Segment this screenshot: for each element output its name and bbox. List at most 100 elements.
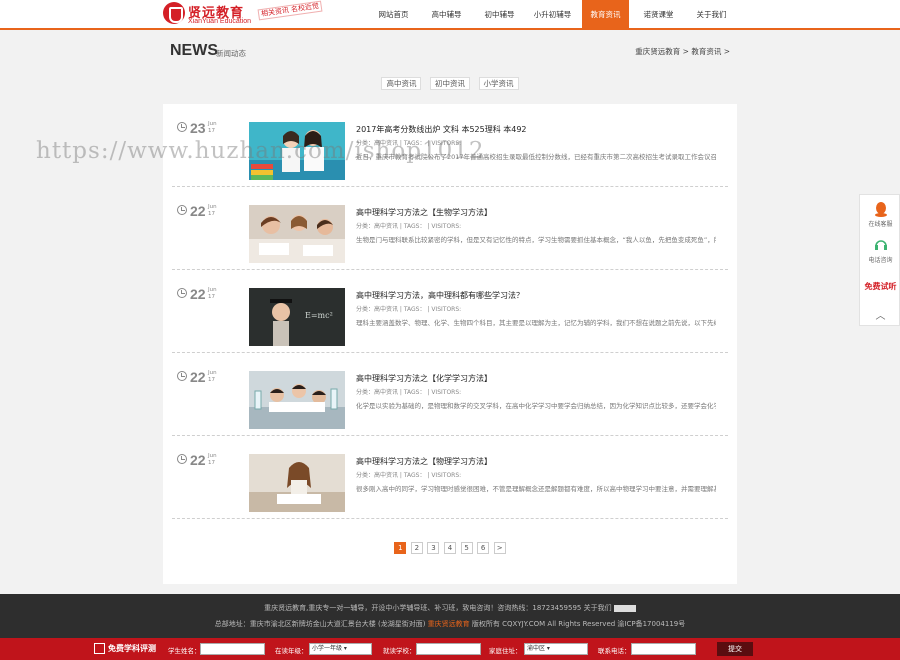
logo-english-name: XianYuan Education bbox=[188, 18, 252, 25]
grade-select-value: 小学一年级 bbox=[312, 645, 343, 652]
article-date: 22 Jun 17 bbox=[177, 369, 232, 389]
site-logo[interactable]: 贤远教育 XianYuan Education 相关资讯 名校近觉 bbox=[163, 0, 328, 28]
article-thumbnail[interactable] bbox=[249, 454, 345, 512]
date-year: 17 bbox=[208, 211, 215, 217]
logo-slogan: 相关资讯 名校近觉 bbox=[257, 0, 323, 21]
date-day: 22 bbox=[190, 452, 206, 468]
list-item: 22 Jun 17 高中理科学习方法之【化学学习方法】 分类：高中资讯 | TA… bbox=[172, 353, 728, 436]
page-5-button[interactable]: 5 bbox=[460, 542, 473, 554]
article-date: 22 Jun 17 bbox=[177, 452, 232, 472]
date-month: Jun bbox=[208, 370, 217, 376]
phone-label: 联系电话： bbox=[598, 647, 631, 655]
footer-address: 总部地址：重庆市渝北区新牌坊金山大道汇景台大楼 (龙湖星街对面) bbox=[214, 620, 426, 628]
phone-input[interactable] bbox=[631, 643, 696, 655]
evaluation-form-bar: 免费学科评测 学生姓名： 在读年级： 小学一年级 ▾ 就读学校： 家庭住址： 渝… bbox=[0, 638, 900, 660]
phone-consult-button[interactable]: 电话咨询 bbox=[860, 237, 900, 264]
article-title[interactable]: 高中理科学习方法之【化学学习方法】 bbox=[356, 373, 492, 384]
district-select[interactable]: 渝中区 ▾ bbox=[524, 643, 588, 655]
article-excerpt: 生物是门与理科联系比较紧密的学科，但是又有记忆性的特点，学习生物需要抓住基本概念… bbox=[356, 236, 716, 244]
qq-service-label: 在线客服 bbox=[868, 221, 893, 228]
nav-item-classroom[interactable]: 诺贤课堂 bbox=[635, 0, 682, 29]
logo-mark-icon bbox=[163, 2, 185, 24]
tab-primary-news[interactable]: 小学资讯 bbox=[478, 77, 519, 90]
date-month: Jun bbox=[208, 121, 217, 127]
name-label: 学生姓名： bbox=[168, 647, 201, 655]
watermark-text: https://www.huzhan.com/ishop1012 bbox=[36, 138, 485, 164]
clock-icon bbox=[177, 205, 187, 215]
tab-senior-news[interactable]: 高中资讯 bbox=[381, 77, 422, 90]
clock-icon bbox=[177, 454, 187, 464]
svg-text:E=mc²: E=mc² bbox=[305, 311, 333, 320]
clock-icon bbox=[177, 371, 187, 381]
article-thumbnail[interactable] bbox=[249, 205, 345, 263]
page-1-button[interactable]: 1 bbox=[394, 542, 407, 554]
phone-consult-label: 电话咨询 bbox=[868, 257, 893, 264]
submit-button[interactable]: 提交 bbox=[717, 642, 753, 656]
grade-select[interactable]: 小学一年级 ▾ bbox=[309, 643, 372, 655]
page-subtitle: 新闻动态 bbox=[216, 49, 246, 58]
page-6-button[interactable]: 6 bbox=[477, 542, 490, 554]
category-tabs: 高中资讯 初中资讯 小学资讯 bbox=[0, 77, 900, 90]
nav-item-about[interactable]: 关于我们 bbox=[688, 0, 735, 29]
page-2-button[interactable]: 2 bbox=[410, 542, 423, 554]
grade-label: 在读年级： bbox=[275, 647, 308, 655]
page-3-button[interactable]: 3 bbox=[427, 542, 440, 554]
nav-item-senior-high[interactable]: 高中辅导 bbox=[423, 0, 470, 29]
date-month: Jun bbox=[208, 287, 217, 293]
article-title[interactable]: 高中理科学习方法，高中理科都有哪些学习法？ bbox=[356, 290, 524, 301]
date-day: 23 bbox=[190, 120, 206, 136]
student-name-input[interactable] bbox=[200, 643, 265, 655]
side-contact-widget: 在线客服 电话咨询 免费试听 ︿ bbox=[859, 194, 900, 326]
article-meta: 分类：高中资讯 | TAGS： | VISITORS: bbox=[356, 223, 462, 230]
free-trial-button[interactable]: 免费试听 bbox=[860, 281, 900, 292]
form-title: 免费学科评测 bbox=[108, 644, 156, 653]
article-excerpt: 理科主要涵盖数学、物理、化学、生物四个科目，其主要是以理解为主，记忆为辅的学科，… bbox=[356, 319, 716, 327]
article-date: 22 Jun 17 bbox=[177, 203, 232, 223]
nav-item-junior-high[interactable]: 初中辅导 bbox=[476, 0, 523, 29]
date-day: 22 bbox=[190, 369, 206, 385]
footer-badge-icon bbox=[613, 604, 636, 612]
tab-junior-news[interactable]: 初中资讯 bbox=[430, 77, 470, 90]
footer-line-2: 总部地址：重庆市渝北区新牌坊金山大道汇景台大楼 (龙湖星街对面) 重庆贤远教育 … bbox=[0, 619, 900, 629]
date-year: 17 bbox=[208, 128, 215, 134]
school-input[interactable] bbox=[416, 643, 481, 655]
date-day: 22 bbox=[190, 286, 206, 302]
footer-brand-link[interactable]: 重庆贤远教育 bbox=[428, 620, 470, 628]
headset-icon bbox=[874, 240, 887, 250]
article-excerpt: 很多刚入高中的同学，学习物理时感觉很困难，不管是理解概念还是解题都有难度，所以高… bbox=[356, 485, 716, 493]
main-nav: 网站首页 高中辅导 初中辅导 小升初辅导 教育资讯 诺贤课堂 关于我们 bbox=[370, 0, 741, 29]
footer-line-1: 重庆贤远教育,重庆专一对一辅导，开设中小学辅导班、补习班，致电咨询！咨询热线：1… bbox=[0, 603, 900, 613]
district-select-value: 渝中区 bbox=[527, 645, 546, 652]
next-page-button[interactable]: > bbox=[493, 542, 506, 554]
article-thumbnail[interactable]: E=mc² bbox=[249, 288, 345, 346]
article-meta: 分类：高中资讯 | TAGS： | VISITORS: bbox=[356, 472, 462, 479]
qq-service-button[interactable]: 在线客服 bbox=[860, 201, 900, 228]
page-4-button[interactable]: 4 bbox=[444, 542, 456, 554]
clock-icon bbox=[177, 288, 187, 298]
address-label: 家庭住址： bbox=[489, 647, 522, 655]
article-thumbnail[interactable] bbox=[249, 371, 345, 429]
list-item: 22 Jun 17 高中理科学习方法之【物理学习方法】 分类：高中资讯 | TA… bbox=[172, 436, 728, 519]
school-label: 就读学校： bbox=[383, 647, 416, 655]
nav-item-education-news[interactable]: 教育资讯 bbox=[582, 0, 629, 29]
qq-icon bbox=[874, 202, 887, 217]
nav-item-home[interactable]: 网站首页 bbox=[370, 0, 417, 29]
clock-icon bbox=[177, 122, 187, 132]
article-title[interactable]: 高中理科学习方法之【生物学习方法】 bbox=[356, 207, 492, 218]
form-edit-icon bbox=[94, 643, 105, 654]
date-year: 17 bbox=[208, 294, 215, 300]
list-item: 22 Jun 17 高中理科学习方法之【生物学习方法】 分类：高中资讯 | TA… bbox=[172, 187, 728, 270]
footer-contact-text: 重庆贤远教育,重庆专一对一辅导，开设中小学辅导班、补习班，致电咨询！咨询热线：1… bbox=[264, 604, 612, 612]
back-to-top-icon[interactable]: ︿ bbox=[860, 307, 900, 322]
date-month: Jun bbox=[208, 453, 217, 459]
nav-item-primary[interactable]: 小升初辅导 bbox=[529, 0, 576, 29]
footer-copyright: 版权所有 CQXYJY.COM All Rights Reserved 渝ICP… bbox=[471, 620, 686, 628]
date-year: 17 bbox=[208, 460, 215, 466]
date-year: 17 bbox=[208, 377, 215, 383]
top-header: 贤远教育 XianYuan Education 相关资讯 名校近觉 网站首页 高… bbox=[0, 0, 900, 30]
article-title[interactable]: 高中理科学习方法之【物理学习方法】 bbox=[356, 456, 492, 467]
site-footer: 重庆贤远教育,重庆专一对一辅导，开设中小学辅导班、补习班，致电咨询！咨询热线：1… bbox=[0, 594, 900, 638]
article-list-panel: 23 Jun 17 2017年高考分数线出炉 文科 本525理科 本492 分类… bbox=[163, 104, 737, 584]
breadcrumb[interactable]: 重庆贤远教育 > 教育资讯 > bbox=[635, 46, 730, 57]
article-title[interactable]: 2017年高考分数线出炉 文科 本525理科 本492 bbox=[356, 124, 527, 135]
